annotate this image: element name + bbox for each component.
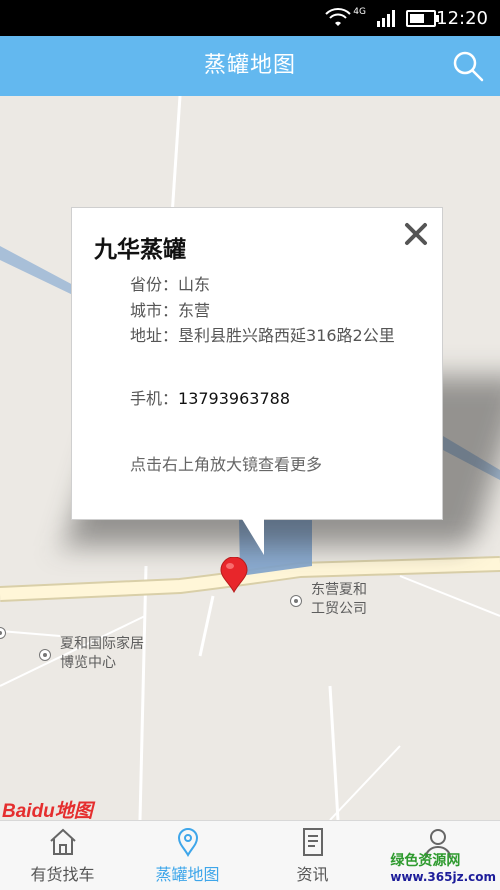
phone-label: 手机： — [130, 389, 179, 408]
location-marker-icon[interactable] — [220, 557, 248, 593]
document-icon — [302, 828, 323, 856]
phone-row: 手机：13793963788 — [130, 386, 290, 412]
province-row: 省份：山东 — [130, 272, 210, 298]
status-bar: 4G 12:20 — [0, 0, 500, 36]
watermark-line1: 绿色资源网 — [390, 853, 461, 869]
tab-label: 有货找车 — [30, 865, 95, 884]
location-pin-icon — [177, 828, 198, 857]
network-type-label: 4G — [353, 7, 366, 17]
poi-dot — [290, 595, 302, 607]
poi-label[interactable]: 东营夏和工贸公司 — [311, 581, 377, 619]
popup-tail — [242, 519, 264, 555]
poi-dot — [39, 649, 51, 661]
address-value: 垦利县胜兴路西延316路2公里 — [178, 326, 395, 345]
search-icon[interactable] — [452, 50, 484, 82]
province-value: 山东 — [178, 275, 211, 294]
info-popup[interactable]: 九华蒸罐 省份：山东 城市：东营 地址：垦利县胜兴路西延316路2公里 手机：1… — [71, 207, 443, 520]
tab-tank-map[interactable]: 蒸罐地图 — [125, 821, 250, 890]
page-title: 蒸罐地图 — [203, 53, 296, 78]
phone-value[interactable]: 13793963788 — [178, 389, 290, 408]
address-label: 地址： — [130, 326, 179, 345]
wifi-icon — [325, 8, 352, 26]
tab-news[interactable]: 资讯 — [250, 821, 375, 890]
close-icon[interactable] — [404, 222, 428, 246]
watermark-line2: www.365jz.com — [390, 870, 496, 884]
status-time: 12:20 — [436, 8, 488, 29]
home-icon — [49, 828, 76, 855]
baidu-map-logo: Baidu地图 — [2, 796, 93, 820]
battery-icon — [406, 9, 439, 27]
city-value: 东营 — [178, 301, 211, 320]
tab-label: 资讯 — [296, 865, 329, 884]
status-icons: 4G — [325, 6, 439, 30]
popup-hint: 点击右上角放大镜查看更多 — [130, 455, 323, 474]
popup-title: 九华蒸罐 — [94, 237, 186, 263]
watermark: 绿色资源网 www.365jz.com — [390, 850, 496, 884]
baidu-logo-text: Baidu地图 — [2, 801, 93, 820]
tab-cargo[interactable]: 有货找车 — [0, 821, 125, 890]
signal-icon — [377, 10, 395, 27]
tab-label: 蒸罐地图 — [155, 865, 220, 884]
poi-label[interactable]: 夏和国际家居博览中心 — [60, 635, 146, 673]
city-label: 城市： — [130, 301, 179, 320]
address-row: 地址：垦利县胜兴路西延316路2公里 — [94, 321, 424, 350]
bottom-nav: 有货找车 蒸罐地图 资讯 绿色资源网 www.365jz.com — [0, 820, 500, 890]
province-label: 省份： — [130, 275, 179, 294]
title-bar: 蒸罐地图 — [0, 36, 500, 96]
